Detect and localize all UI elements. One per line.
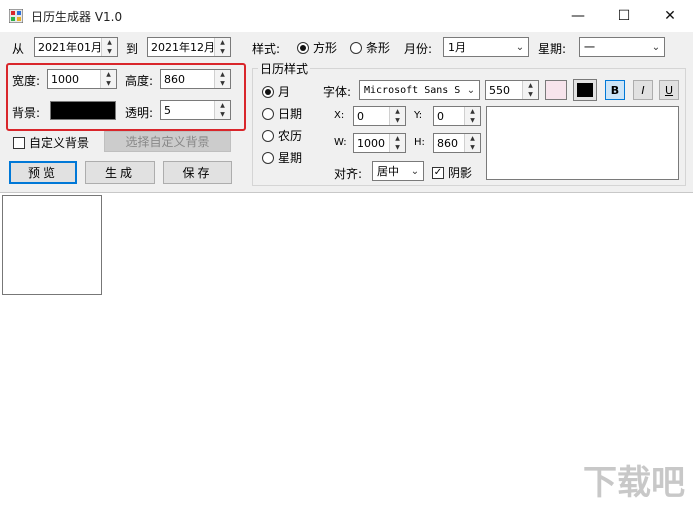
window-title: 日历生成器 V1.0	[31, 10, 123, 24]
calendar-preview-thumbnail	[2, 195, 102, 295]
watermark-logo: 下载吧	[583, 463, 685, 503]
spin-down-icon[interactable]: ▼	[523, 90, 538, 99]
spin-up-icon[interactable]: ▲	[390, 107, 405, 116]
spin-up-icon[interactable]: ▲	[465, 107, 480, 116]
chevron-down-icon: ⌄	[515, 41, 525, 53]
font-background-color-swatch[interactable]	[545, 80, 567, 100]
maximize-button[interactable]: ☐	[601, 0, 647, 32]
font-color-swatch[interactable]	[573, 79, 597, 101]
spin-down-icon[interactable]: ▼	[465, 143, 480, 152]
weekday-select[interactable]: 一 ⌄	[579, 37, 665, 57]
minimize-icon: —	[571, 8, 585, 24]
shadow-checkbox[interactable]: ✓ 阴影	[432, 164, 472, 181]
radio-unselected-icon	[262, 107, 274, 120]
app-icon	[9, 9, 23, 23]
font-label: 字体:	[323, 85, 352, 99]
to-date-value: 2021年12月	[151, 41, 214, 54]
w-spinner[interactable]: 1000 ▲ ▼	[353, 133, 406, 153]
from-date-spinner[interactable]: 2021年01月 ▲ ▼	[34, 37, 118, 57]
chevron-down-icon: ⌄	[410, 165, 420, 177]
calendar-text-area[interactable]	[486, 106, 679, 180]
spin-up-icon[interactable]: ▲	[523, 81, 538, 90]
spin-down-icon[interactable]: ▼	[465, 116, 480, 125]
close-button[interactable]: ✕	[647, 0, 693, 32]
font-family-select[interactable]: Microsoft Sans S ⌄	[359, 80, 480, 100]
chevron-down-icon: ⌄	[466, 84, 476, 96]
style-label: 样式:	[252, 42, 281, 56]
align-select[interactable]: 居中 ⌄	[372, 161, 424, 181]
to-date-spinner[interactable]: 2021年12月 ▲ ▼	[147, 37, 231, 57]
weekday-label: 星期:	[538, 42, 567, 56]
month-label: 月份:	[404, 42, 433, 56]
align-label: 对齐:	[334, 167, 363, 181]
checkmark-icon: ✓	[432, 166, 444, 179]
radio-unselected-icon	[262, 151, 274, 164]
spin-down-icon[interactable]: ▼	[390, 116, 405, 125]
generate-button[interactable]: 生成	[85, 161, 155, 184]
spin-up-icon[interactable]: ▲	[465, 134, 480, 143]
italic-button[interactable]: I	[633, 80, 653, 100]
h-spinner[interactable]: 860 ▲ ▼	[433, 133, 481, 153]
x-label: X:	[334, 110, 345, 121]
h-label: H:	[414, 137, 425, 148]
chevron-down-icon: ⌄	[651, 41, 661, 53]
spin-up-icon[interactable]: ▲	[215, 38, 230, 47]
custom-background-checkbox[interactable]: 自定义背景	[13, 134, 89, 151]
calendar-style-radio-weekday[interactable]: 星期	[262, 149, 302, 166]
y-spinner[interactable]: 0 ▲ ▼	[433, 106, 481, 126]
from-label: 从	[12, 42, 25, 56]
calendar-style-radio-lunar[interactable]: 农历	[262, 127, 302, 144]
spin-down-icon[interactable]: ▼	[215, 47, 230, 56]
maximize-icon: ☐	[617, 8, 631, 24]
style-radio-strip[interactable]: 条形	[350, 39, 390, 56]
calendar-style-radio-date[interactable]: 日期	[262, 105, 302, 122]
radio-unselected-icon	[350, 41, 362, 54]
spin-up-icon[interactable]: ▲	[390, 134, 405, 143]
radio-selected-icon	[297, 41, 309, 54]
x-spinner[interactable]: 0 ▲ ▼	[353, 106, 406, 126]
radio-unselected-icon	[262, 129, 274, 142]
preview-button[interactable]: 预览	[9, 161, 77, 184]
style-radio-square[interactable]: 方形	[297, 39, 337, 56]
month-select[interactable]: 1月 ⌄	[443, 37, 529, 57]
checkbox-unchecked-icon	[13, 136, 25, 149]
w-label: W:	[334, 137, 347, 148]
minimize-button[interactable]: —	[555, 0, 601, 32]
underline-button[interactable]: U	[659, 80, 679, 100]
to-label: 到	[126, 42, 139, 56]
close-icon: ✕	[664, 8, 676, 24]
from-date-value: 2021年01月	[38, 41, 101, 54]
calendar-style-title: 日历样式	[258, 60, 311, 77]
font-size-spinner[interactable]: 550 ▲ ▼	[485, 80, 539, 100]
y-label: Y:	[414, 110, 423, 121]
radio-selected-icon	[262, 85, 274, 98]
select-custom-background-button[interactable]: 选择自定义背景	[104, 131, 231, 152]
bold-button[interactable]: B	[605, 80, 625, 100]
spin-down-icon[interactable]: ▼	[102, 47, 117, 56]
spin-down-icon[interactable]: ▼	[390, 143, 405, 152]
calendar-style-radio-month[interactable]: 月	[262, 83, 290, 100]
title-bar: 日历生成器 V1.0 — ☐ ✕	[0, 0, 693, 32]
spin-up-icon[interactable]: ▲	[102, 38, 117, 47]
save-button[interactable]: 保存	[163, 161, 232, 184]
highlight-annotation	[6, 63, 246, 131]
